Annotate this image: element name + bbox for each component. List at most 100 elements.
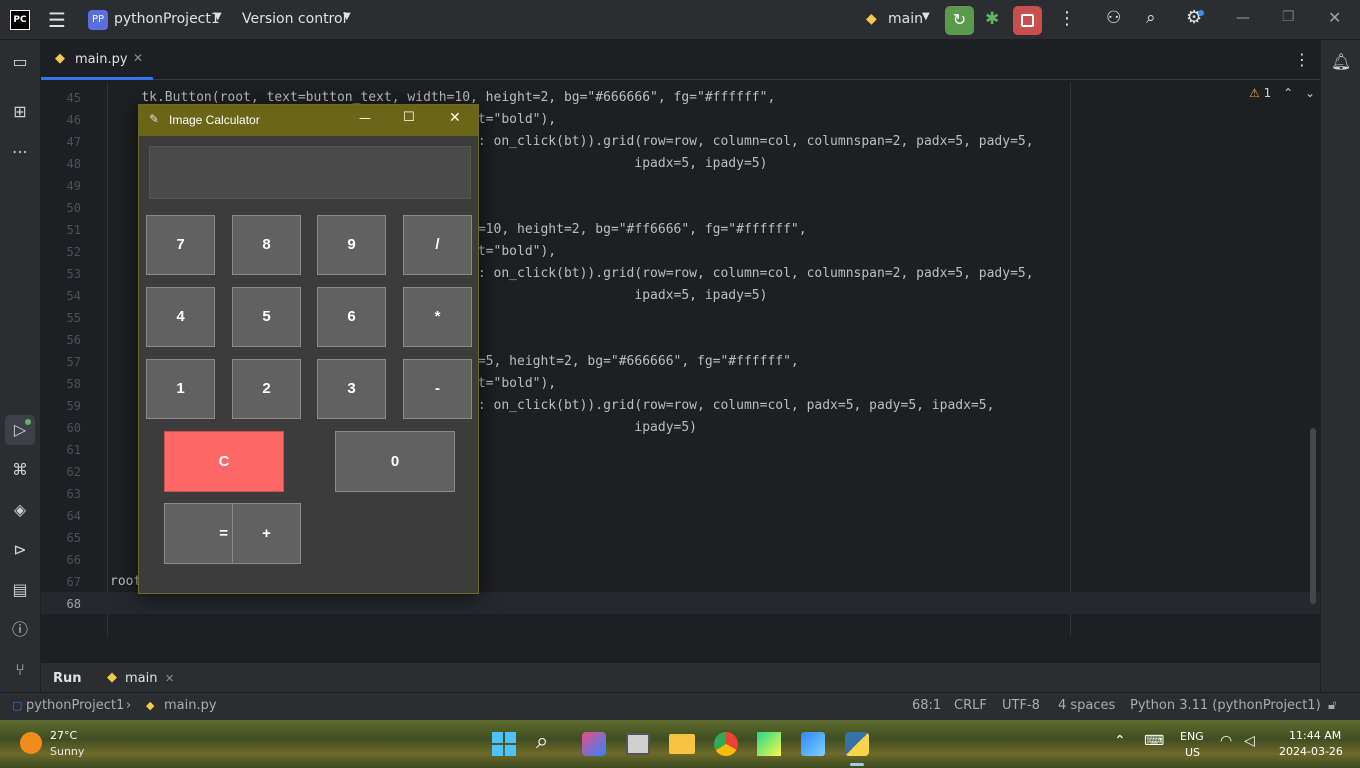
line-number: 66 [66,553,81,567]
more-actions-icon[interactable]: ⋮ [1058,8,1076,29]
project-badge[interactable]: PP [88,10,108,30]
layers-icon[interactable]: ◈ [0,496,40,524]
stop-button[interactable] [1013,6,1042,35]
taskbar-active-indicator [850,763,864,766]
photos-app-icon[interactable] [801,732,825,756]
key-3[interactable]: 3 [317,359,386,419]
input-language[interactable]: ENG [1180,730,1204,743]
scrollbar-thumb[interactable] [1310,428,1316,604]
minimize-button[interactable]: — [359,111,371,125]
calculator-titlebar[interactable]: ✎ Image Calculator — ☐ ✕ [139,105,478,136]
pycharm-taskbar-icon[interactable] [757,732,781,756]
clock-date[interactable]: 2024-03-26 [1279,745,1343,758]
ide-titlebar: PC ☰ PP pythonProject1 ▼ Version control… [0,0,1360,40]
line-number: 58 [66,377,81,391]
python-taskbar-icon[interactable] [845,732,869,756]
python-file-icon: ◆ [55,51,65,66]
close-tab-icon[interactable]: ✕ [133,51,143,65]
close-button[interactable]: ✕ [449,110,461,126]
main-menu-icon[interactable]: ☰ [48,8,66,32]
key-divide[interactable]: / [403,215,472,275]
tab-main-py[interactable]: ◆ main.py ✕ [41,40,153,80]
run-toolwindow-header: Run ◆ main ✕ [41,662,1320,692]
key-4[interactable]: 4 [146,287,215,347]
key-5[interactable]: 5 [232,287,301,347]
chrome-icon[interactable] [714,732,738,756]
pycharm-logo[interactable]: PC [10,10,30,30]
status-bar: ▢ pythonProject1 › ◆ main.py 68:1 CRLF U… [0,692,1360,720]
input-region[interactable]: US [1185,746,1200,759]
notifications-bell-icon[interactable]: 🔔︎ [1321,48,1360,76]
run-config-selector[interactable]: main [888,11,923,27]
clear-button[interactable]: C [164,431,284,492]
close-run-tab-icon[interactable]: ✕ [165,672,174,685]
project-name[interactable]: pythonProject1 [114,11,220,27]
key-7[interactable]: 7 [146,215,215,275]
code-line[interactable]: 68 [41,593,1291,615]
rerun-button[interactable]: ↻ [945,6,974,35]
key-add[interactable]: + [232,503,301,564]
chevron-down-icon: ▼ [343,11,351,22]
key-subtract[interactable]: - [403,359,472,419]
structure-icon[interactable]: ⊞ [0,98,40,126]
key-0[interactable]: 0 [335,431,455,492]
line-number: 64 [66,509,81,523]
line-number: 52 [66,245,81,259]
key-2[interactable]: 2 [232,359,301,419]
key-1[interactable]: 1 [146,359,215,419]
weather-desc[interactable]: Sunny [50,745,84,758]
breadcrumb-file[interactable]: main.py [164,693,217,719]
weather-temp[interactable]: 27°C [50,729,77,742]
left-toolwindow-bar: ▭ ⊞ ⋯ ▷ ⌘ ◈ ⊳ ▤ ⓘ ⑂ [0,40,41,692]
more-tools-icon[interactable]: ⋯ [0,138,40,166]
wifi-icon[interactable]: ◠ [1220,733,1232,749]
editor-tabs: ◆ main.py ✕ ⋮ [41,40,1320,80]
clock-time[interactable]: 11:44 AM [1289,729,1341,742]
next-problem-icon[interactable]: ⌄ [1305,86,1315,100]
git-icon[interactable]: ⑂ [0,656,40,684]
tab-options-icon[interactable]: ⋮ [1294,50,1310,69]
calculator-display[interactable] [149,146,471,199]
terminal-icon[interactable]: ▤ [0,576,40,604]
start-windows-icon[interactable] [492,732,516,756]
caret-position[interactable]: 68:1 [912,693,941,719]
search-icon[interactable]: ⌕ [1146,8,1156,28]
indent-setting[interactable]: 4 spaces [1058,693,1115,719]
breadcrumb-project[interactable]: pythonProject1 [26,693,124,719]
search-icon[interactable]: ⌕ [536,729,548,754]
key-multiply[interactable]: * [403,287,472,347]
minimize-button[interactable]: — [1236,10,1250,26]
key-6[interactable]: 6 [317,287,386,347]
problems-icon[interactable]: ⓘ [0,616,40,644]
weather-sun-icon[interactable] [20,732,42,754]
keyboard-icon[interactable]: ⌨ [1144,733,1164,749]
lock-icon[interactable]: 🔓︎ [1328,693,1336,719]
services-icon[interactable]: ⊳ [0,536,40,564]
line-number: 48 [66,157,81,171]
close-button[interactable]: ✕ [1328,8,1341,27]
python-icon: ◆ [866,11,877,27]
python-file-icon: ◆ [146,699,155,712]
debug-button[interactable]: ✱ [985,9,999,29]
run-tab[interactable]: Run [53,671,82,686]
python-interpreter[interactable]: Python 3.11 (pythonProject1) [1130,693,1321,719]
python-packages-icon[interactable]: ⌘ [0,456,40,484]
project-folder-icon[interactable]: ▭ [0,48,40,76]
file-explorer-icon[interactable] [669,734,695,754]
version-control-menu[interactable]: Version control [242,11,346,27]
store-app-icon[interactable] [582,732,606,756]
maximize-button[interactable]: ❐ [1282,9,1295,25]
line-separator[interactable]: CRLF [954,693,987,719]
line-number: 56 [66,333,81,347]
run-config-tab[interactable]: main [125,671,157,686]
equals-button[interactable]: = [164,503,233,564]
python-icon: ◆ [107,670,117,685]
volume-icon[interactable]: ◁ [1244,733,1255,749]
task-view-icon[interactable] [626,733,650,755]
file-encoding[interactable]: UTF-8 [1002,693,1040,719]
key-9[interactable]: 9 [317,215,386,275]
maximize-button[interactable]: ☐ [403,110,415,125]
add-user-icon[interactable]: ⚇ [1106,8,1121,28]
show-hidden-icons[interactable]: ⌃ [1114,733,1126,749]
key-8[interactable]: 8 [232,215,301,275]
